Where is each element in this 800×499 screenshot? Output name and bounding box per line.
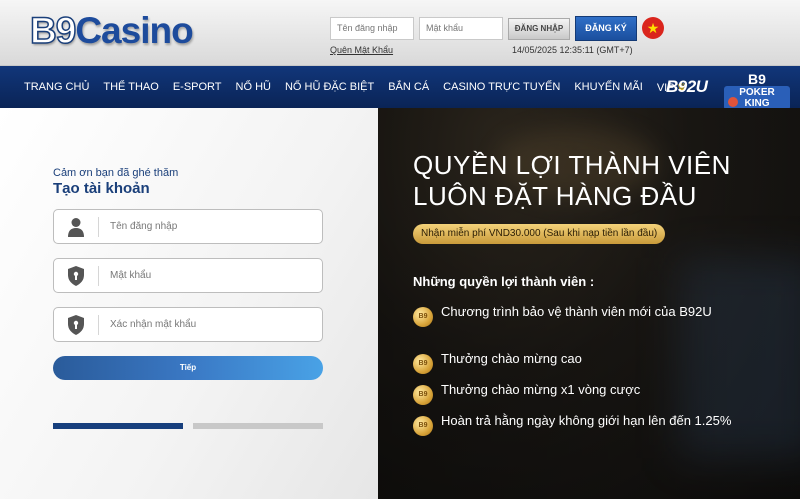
promo-title-line2: LUÔN ĐẶT HÀNG ĐẦU bbox=[413, 181, 697, 211]
poker-king-brand-link[interactable]: B9 POKER KING bbox=[724, 71, 790, 110]
benefit-text: Thưởng chào mừng cao bbox=[441, 351, 582, 366]
benefit-item: B9 Hoàn trả hằng ngày không giới hạn lên… bbox=[413, 413, 743, 436]
field-divider bbox=[98, 315, 99, 335]
registration-panel: Cảm ơn bạn đã ghé thăm Tạo tài khoản Tên… bbox=[0, 108, 378, 499]
login-button[interactable]: ĐĂNG NHẬP bbox=[508, 18, 570, 40]
logo-b9: B9 bbox=[29, 9, 77, 52]
nav-item-home[interactable]: TRANG CHỦ bbox=[0, 81, 96, 93]
b92u-brand-link[interactable]: B92U bbox=[666, 77, 708, 97]
header-password-input[interactable]: Mật khẩu bbox=[419, 17, 503, 40]
bonus-badge: Nhận miễn phí VND30.000 (Sau khi nạp tiề… bbox=[413, 224, 666, 244]
nav-item-esport[interactable]: E-SPORT bbox=[166, 81, 229, 93]
user-icon bbox=[68, 218, 84, 237]
promo-panel: QUYỀN LỢI THÀNH VIÊN LUÔN ĐẶT HÀNG ĐẦU N… bbox=[378, 108, 800, 499]
coin-icon: B9 bbox=[413, 385, 433, 405]
site-logo[interactable]: B9 Casino bbox=[29, 9, 193, 52]
nav-item-fishing[interactable]: BẮN CÁ bbox=[381, 81, 436, 93]
coin-icon: B9 bbox=[413, 354, 433, 374]
nav-item-promotions[interactable]: KHUYẾN MÃI bbox=[567, 81, 649, 93]
poker-king-b9: B9 bbox=[748, 71, 766, 87]
username-placeholder: Tên đăng nhập bbox=[110, 221, 178, 232]
step-indicator-inactive bbox=[193, 423, 323, 429]
register-button[interactable]: ĐĂNG KÝ bbox=[575, 16, 637, 41]
password-placeholder: Mật khẩu bbox=[110, 270, 152, 281]
benefit-item: B9 Chương trình bảo vệ thành viên mới củ… bbox=[413, 304, 743, 327]
benefit-item: B9 Thưởng chào mừng x1 vòng cược bbox=[413, 382, 743, 405]
coin-icon: B9 bbox=[413, 307, 433, 327]
header-username-input[interactable]: Tên đăng nhập bbox=[330, 17, 414, 40]
next-button[interactable]: Tiếp bbox=[53, 356, 323, 380]
field-divider bbox=[98, 217, 99, 237]
shield-lock-icon bbox=[68, 315, 84, 335]
form-title: Tạo tài khoản bbox=[53, 180, 150, 197]
promo-title: QUYỀN LỢI THÀNH VIÊN LUÔN ĐẶT HÀNG ĐẦU bbox=[413, 150, 731, 212]
confirm-password-field[interactable]: Xác nhận mật khẩu bbox=[53, 307, 323, 342]
field-divider bbox=[98, 266, 99, 286]
promo-title-line1: QUYỀN LỢI THÀNH VIÊN bbox=[413, 150, 731, 180]
password-field[interactable]: Mật khẩu bbox=[53, 258, 323, 293]
welcome-text: Cảm ơn bạn đã ghé thăm bbox=[53, 167, 179, 179]
benefits-heading: Những quyền lợi thành viên : bbox=[413, 274, 595, 289]
top-header: B9 Casino Tên đăng nhập Mật khẩu ĐĂNG NHẬ… bbox=[0, 0, 800, 66]
nav-item-slots[interactable]: NỔ HŨ bbox=[229, 81, 278, 93]
logo-casino: Casino bbox=[75, 10, 193, 51]
vietnam-flag-icon[interactable]: ★ bbox=[642, 17, 664, 39]
datetime-display: 14/05/2025 12:35:11 (GMT+7) bbox=[512, 45, 633, 55]
username-field[interactable]: Tên đăng nhập bbox=[53, 209, 323, 244]
poker-chip-icon bbox=[728, 97, 738, 107]
coin-icon: B9 bbox=[413, 416, 433, 436]
forgot-password-link[interactable]: Quên Mật Khẩu bbox=[330, 45, 393, 55]
nav-item-live-casino[interactable]: CASINO TRỰC TUYẾN bbox=[436, 81, 567, 93]
benefit-item: B9 Thưởng chào mừng cao bbox=[413, 351, 743, 374]
step-indicator-active bbox=[53, 423, 183, 429]
benefit-text: Chương trình bảo vệ thành viên mới của B… bbox=[441, 304, 712, 319]
benefit-text: Hoàn trả hằng ngày không giới hạn lên đế… bbox=[441, 413, 732, 428]
shield-lock-icon bbox=[68, 266, 84, 286]
nav-item-sports[interactable]: THỂ THAO bbox=[96, 81, 165, 93]
nav-item-special-slots[interactable]: NỔ HŨ ĐẶC BIỆT bbox=[278, 81, 381, 93]
confirm-password-placeholder: Xác nhận mật khẩu bbox=[110, 319, 197, 330]
benefit-text: Thưởng chào mừng x1 vòng cược bbox=[441, 382, 641, 397]
